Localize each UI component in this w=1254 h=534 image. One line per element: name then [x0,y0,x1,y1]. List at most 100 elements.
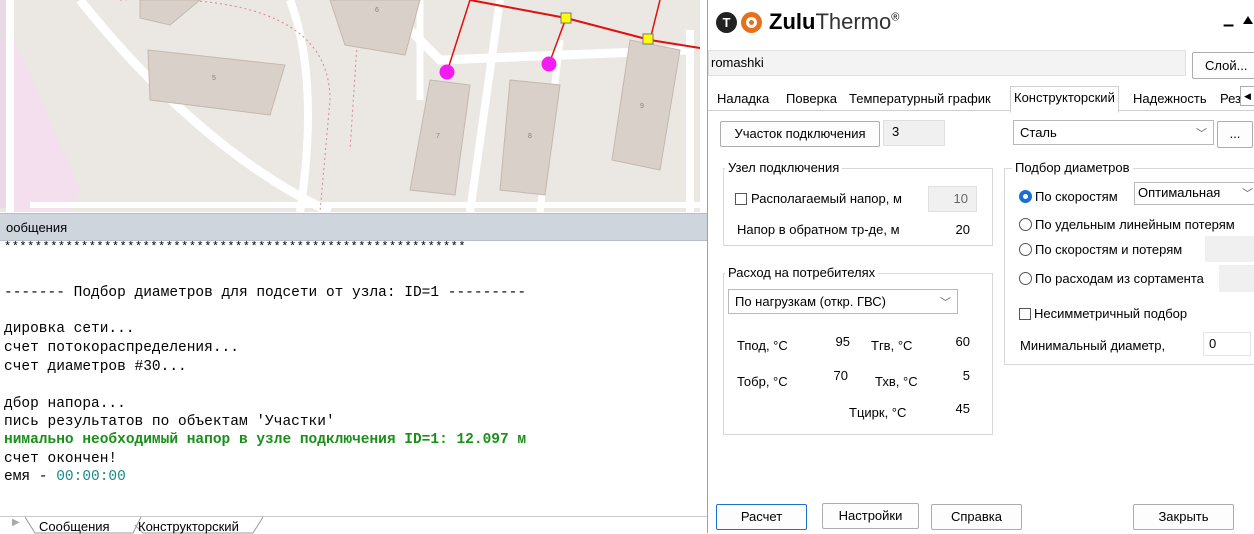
return-head-value: 20 [955,222,970,237]
minimize-button[interactable]: – [1223,14,1234,37]
valve-icon[interactable] [642,33,654,45]
consumption-mode-select[interactable]: По нагрузкам (откр. ГВС) ﹀ [728,289,958,314]
heat-pipe[interactable] [469,0,700,49]
chevron-down-icon: ﹀ [940,297,951,309]
help-button[interactable]: Справка [931,504,1022,530]
tcirk-value[interactable]: 45 [938,401,970,416]
tpod-label: Тпод, °С [737,338,788,353]
map-road [286,0,312,212]
section-button[interactable]: Участок подключения [720,121,880,147]
thv-value[interactable]: 5 [938,368,970,383]
app-title-registered: ® [891,11,900,24]
building-number: 5 [212,75,216,82]
ellipsis-button[interactable]: ... [1217,121,1253,148]
consumer-node[interactable] [541,56,557,72]
section-id-field[interactable]: 3 [883,120,945,146]
radio-by-linear-losses[interactable] [1019,218,1032,231]
map-view[interactable]: 6 5 7 8 9 [0,0,700,212]
tab-results[interactable]: Рез [1220,88,1241,110]
consumer-node[interactable] [439,64,455,80]
bottom-tab-bar: ▶ Сообщения Конструкторский [0,516,707,534]
tobr-value[interactable]: 70 [816,368,848,383]
consumer-group-title: Расход на потребителях [725,265,879,280]
app-title-bold: Zulu [769,9,816,34]
tab-designer-active[interactable]: Конструкторский [1010,86,1119,113]
messages-header: ообщения [0,213,707,241]
tobr-label: Тобр, °С [737,374,788,389]
building-number: 6 [375,7,379,14]
log-line: дбор напора... [4,396,126,412]
return-head-field[interactable]: 20 [928,217,977,243]
min-diameter-field[interactable]: 0 [1203,332,1251,356]
project-name: romashki [711,55,764,70]
radio-by-speed-label: По скоростям [1035,189,1118,204]
building [611,39,681,171]
speed-mode-value: Оптимальная [1138,185,1221,200]
project-field[interactable]: romashki [708,50,1186,76]
min-diameter-value: 0 [1209,336,1217,351]
tab-scroll-left-icon[interactable]: ◀ [1240,86,1254,106]
radio-by-speed-and-losses[interactable] [1019,243,1032,256]
radio-by-assortment[interactable] [1019,272,1032,285]
app-logo-flame-icon [741,12,762,33]
material-value: Сталь [1020,125,1057,140]
tab-designer[interactable]: Конструкторский [138,519,239,534]
app-title: ZuluThermo® [769,9,899,35]
asymmetric-checkbox[interactable] [1019,308,1031,320]
log-line: счет окончен! [4,451,118,467]
tab-scroll-left-icon[interactable]: ▶ [12,517,20,528]
radio-by-speed[interactable] [1019,190,1032,203]
log-line: пись результатов по объектам 'Участки' [4,414,335,430]
asymmetric-label: Несимметричный подбор [1034,306,1188,321]
time-label: емя - [4,469,57,485]
tgv-label: Тгв, °С [871,338,913,353]
log-line: счет диаметров #30... [4,359,187,375]
tab-temperature-chart[interactable]: Температурный график [849,88,991,110]
radio-by-assortment-label: По расходам из сортамента [1035,271,1204,286]
log-separator: ****************************************… [4,240,467,254]
chevron-down-icon: ﹀ [1242,188,1253,200]
messages-log: ****************************************… [0,240,707,516]
app-logo-t-icon: T [716,12,737,33]
log-line: дировка сети... [4,321,135,337]
close-button[interactable]: Закрыть [1133,504,1234,530]
chevron-down-icon: ﹀ [1196,128,1207,140]
tgv-value[interactable]: 60 [938,334,970,349]
consumption-mode-value: По нагрузкам (откр. ГВС) [735,294,886,309]
calc-button[interactable]: Расчет [716,504,807,530]
tpod-value[interactable]: 95 [818,334,850,349]
radio-by-linear-losses-label: По удельным линейным потерям [1035,217,1235,232]
tcirk-label: Тцирк, °С [849,405,907,420]
thv-label: Тхв, °С [875,374,918,389]
section-id-value: 3 [892,124,900,139]
maximize-arrow-icon[interactable] [1243,16,1253,24]
building [147,49,286,116]
return-head-label: Напор в обратном тр-де, м [737,222,900,237]
log-line-result: нимально необходимый напор в узле подклю… [4,432,527,448]
material-select[interactable]: Сталь ﹀ [1013,120,1214,145]
map-zone-pink [10,30,80,212]
available-head-value: 10 [953,191,968,206]
log-line-time: емя - 00:00:00 [4,469,126,485]
speed-mode-select[interactable]: Оптимальная ﹀ [1134,182,1254,205]
settings-button[interactable]: Настройки [822,503,919,529]
available-head-label: Располагаемый напор, м [751,191,902,206]
log-line: ------- Подбор диаметров для подсети от … [4,285,527,301]
map-canvas[interactable]: 6 5 7 8 9 [0,0,700,212]
building-number: 7 [436,133,440,140]
available-head-field[interactable]: 10 [928,186,977,212]
min-diameter-label: Минимальный диаметр, [1020,338,1166,353]
radio-by-speed-and-losses-label: По скоростям и потерям [1035,242,1183,257]
layer-button[interactable]: Слой... [1192,52,1254,79]
tab-adjustment[interactable]: Наладка [717,88,769,110]
zulu-thermo-window: T ZuluThermo® – romashki Слой... Наладка… [707,0,1254,533]
diameter-group-title: Подбор диаметров [1012,160,1133,175]
available-head-checkbox[interactable] [735,193,747,205]
tab-verification[interactable]: Поверка [786,88,837,110]
building [139,0,201,26]
tab-reliability[interactable]: Надежность [1133,88,1207,110]
time-value: 00:00:00 [56,469,126,485]
tab-messages[interactable]: Сообщения [39,519,110,534]
app-title-light: Thermo [815,9,892,34]
valve-icon[interactable] [560,12,572,24]
